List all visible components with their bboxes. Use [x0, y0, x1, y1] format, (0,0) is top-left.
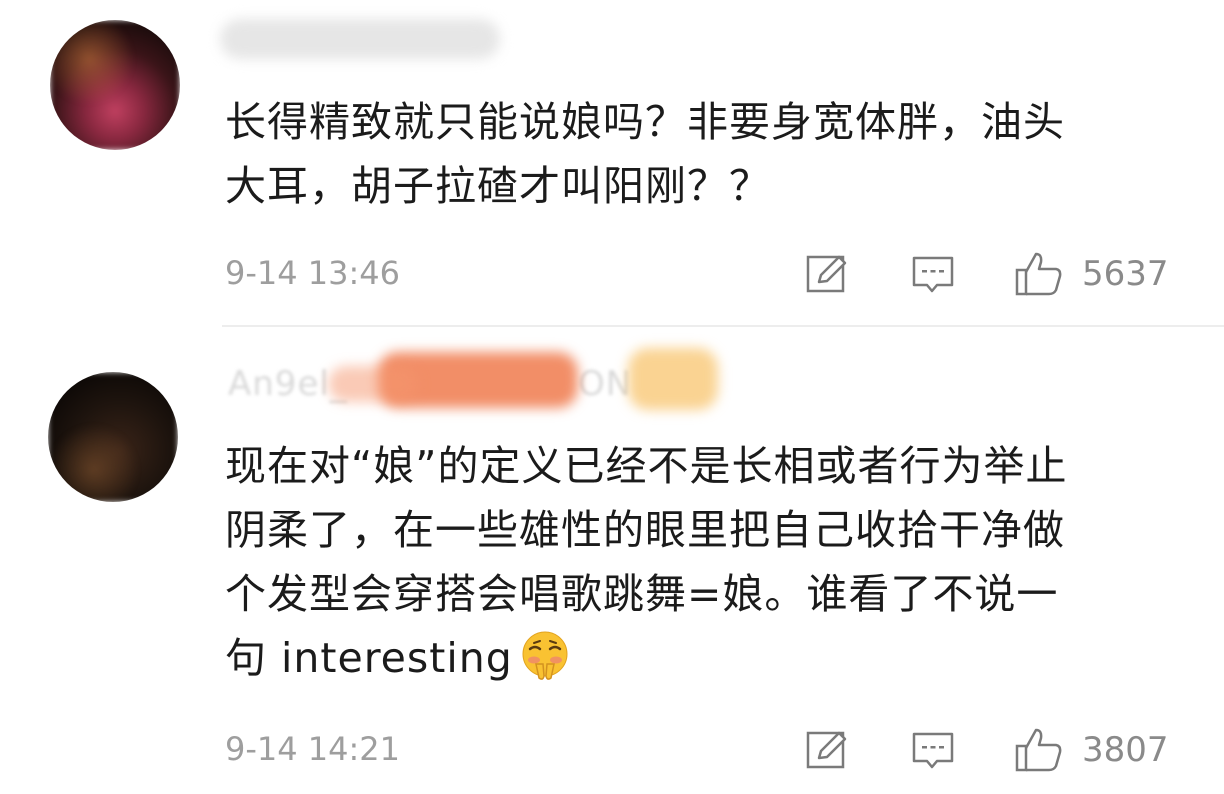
timestamp: 9-14 13:46 — [225, 254, 401, 292]
comment-line: 句 interesting — [225, 626, 1185, 690]
comment-item: 长得精致就只能说娘吗？非要身宽体胖，油头 大耳，胡子拉碴才叫阳刚？？ 9-14 … — [0, 0, 1224, 326]
like-count: 3807 — [1082, 730, 1169, 770]
comment-meta: 9-14 14:21 3807 — [0, 724, 1224, 774]
comment-icon[interactable] — [911, 728, 955, 772]
like-button[interactable]: 5637 — [1014, 250, 1169, 298]
comment-text: 现在对“娘”的定义已经不是长相或者行为举止 阴柔了，在一些雄性的眼里把自己收拾干… — [225, 434, 1185, 690]
comment-line: 大耳，胡子拉碴才叫阳刚？？ — [225, 162, 771, 210]
comment-line: 长得精致就只能说娘吗？非要身宽体胖，油头 — [225, 98, 1065, 146]
thumbs-up-icon — [1015, 252, 1062, 296]
comment-line-text: 句 interesting — [225, 634, 513, 682]
like-button[interactable]: 3807 — [1014, 726, 1169, 774]
comment-line: 现在对“娘”的定义已经不是长相或者行为举止 — [225, 442, 1068, 490]
pleading-face-emoji — [522, 631, 568, 680]
comment-text: 长得精致就只能说娘吗？非要身宽体胖，油头 大耳，胡子拉碴才叫阳刚？？ — [225, 90, 1185, 218]
username-redacted[interactable]: An9el_ ON — [228, 348, 728, 410]
divider — [222, 325, 1224, 327]
edit-icon[interactable] — [805, 252, 849, 296]
avatar[interactable] — [50, 20, 180, 150]
comment-icon[interactable] — [911, 252, 955, 296]
thumbs-up-icon — [1015, 728, 1062, 772]
like-count: 5637 — [1082, 254, 1169, 294]
edit-icon[interactable] — [805, 728, 849, 772]
username-tail: ON — [578, 364, 633, 404]
comment-line: 阴柔了，在一些雄性的眼里把自己收拾干净做 — [225, 506, 1065, 554]
comment-meta: 9-14 13:46 5637 — [0, 248, 1224, 298]
timestamp: 9-14 14:21 — [225, 730, 401, 768]
comment-line: 个发型会穿搭会唱歌跳舞=娘。谁看了不说一 — [225, 570, 1059, 618]
username-redacted[interactable] — [220, 15, 500, 65]
comment-item: An9el_ ON 现在对“娘”的定义已经不是长相或者行为举止 阴柔了，在一些雄… — [0, 328, 1224, 794]
avatar[interactable] — [48, 372, 178, 502]
